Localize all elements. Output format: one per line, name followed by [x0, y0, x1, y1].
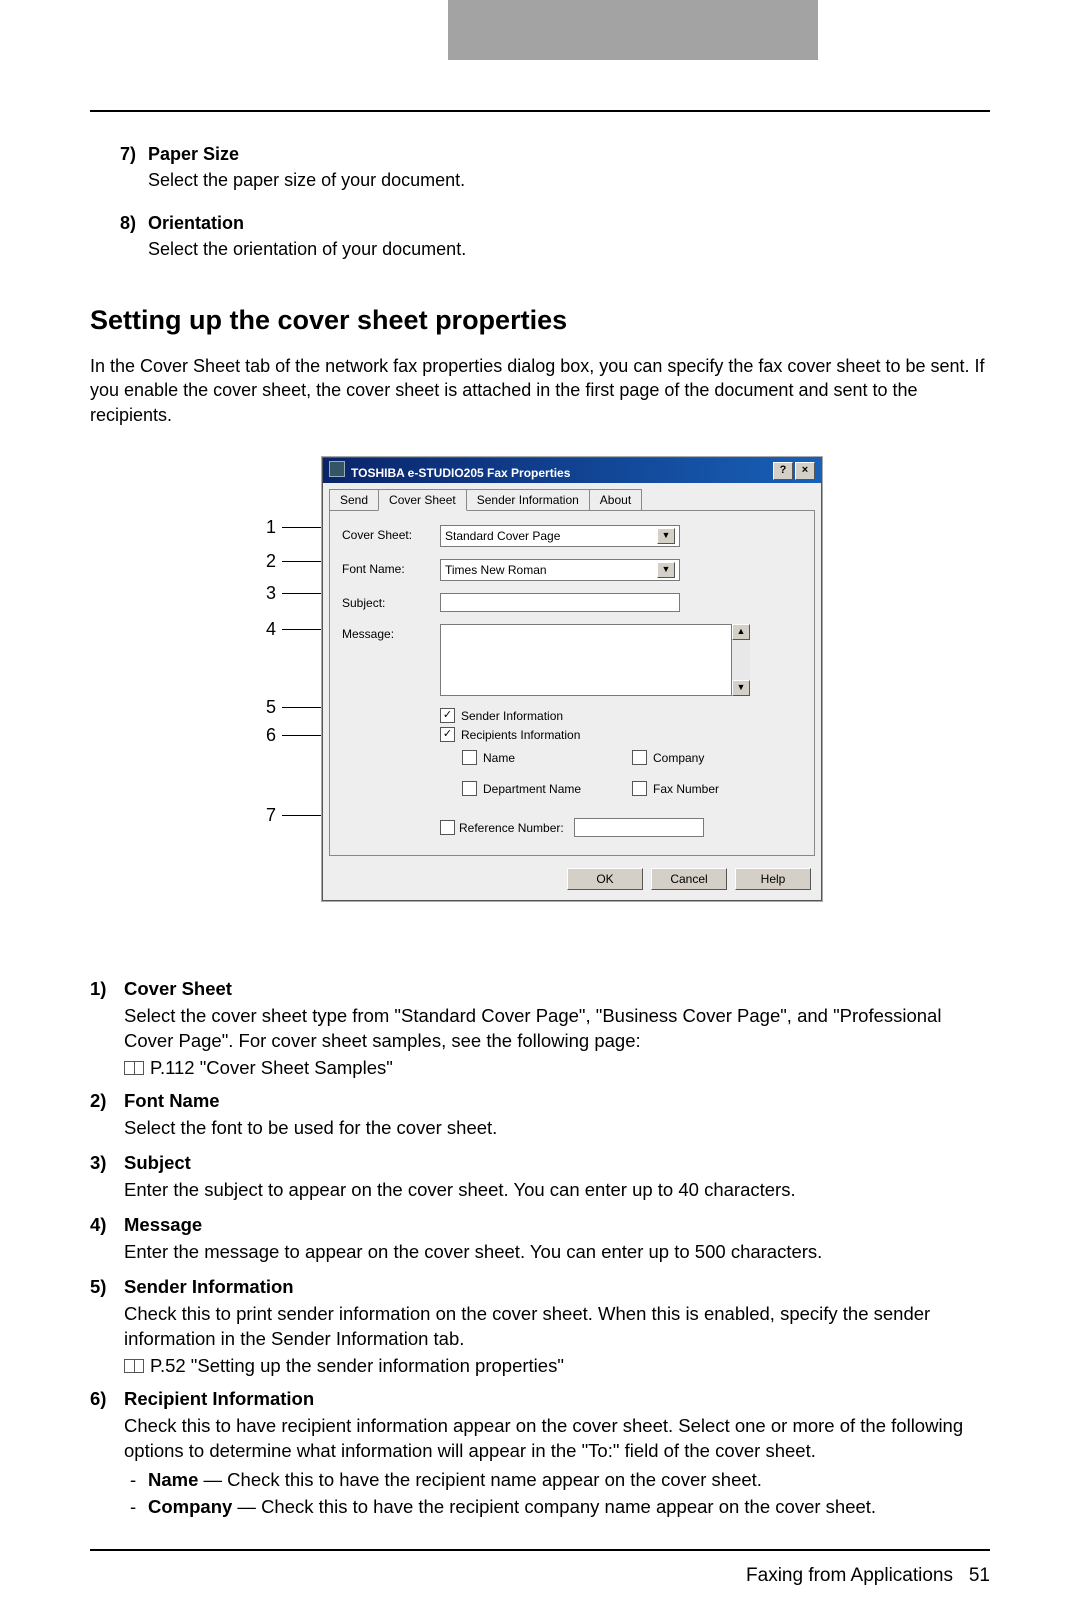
- item-title: Cover Sheet: [124, 977, 990, 1002]
- help-button-bottom[interactable]: Help: [735, 868, 811, 890]
- tab-cover-sheet[interactable]: Cover Sheet: [378, 489, 467, 511]
- item-title: Subject: [124, 1151, 990, 1176]
- sub-item: Company — Check this to have the recipie…: [148, 1495, 876, 1520]
- def-num: 7): [120, 142, 148, 207]
- sender-info-checkbox[interactable]: ✓: [440, 708, 455, 723]
- cover-sheet-dialog-figure: 1 2 3 4 5 6 7 TOSHIBA e-STUDIO205 Fax Properti…: [260, 457, 820, 937]
- callout-4: 4: [260, 619, 276, 640]
- cover-sheet-select[interactable]: Standard Cover Page ▼: [440, 525, 680, 547]
- item-num: 6): [90, 1387, 124, 1522]
- section-intro: In the Cover Sheet tab of the network fa…: [90, 354, 990, 427]
- item-num: 4): [90, 1213, 124, 1267]
- tab-about[interactable]: About: [589, 489, 642, 510]
- item-ref: P.52 "Setting up the sender information …: [150, 1354, 564, 1379]
- item-title: Sender Information: [124, 1275, 990, 1300]
- message-label: Message:: [342, 624, 440, 641]
- reference-number-input[interactable]: [574, 818, 704, 837]
- page-footer: Faxing from Applications 51: [90, 1549, 990, 1587]
- callout-7: 7: [260, 805, 276, 826]
- name-checkbox[interactable]: [462, 750, 477, 765]
- def-title: Paper Size: [148, 142, 990, 166]
- callout-6: 6: [260, 725, 276, 746]
- reference-number-checkbox[interactable]: [440, 820, 455, 835]
- def-text: Select the orientation of your document.: [148, 237, 990, 261]
- cover-sheet-label: Cover Sheet:: [342, 525, 440, 542]
- callout-2: 2: [260, 551, 276, 572]
- sender-info-label: Sender Information: [461, 709, 563, 723]
- numbered-item-list: 1)Cover SheetSelect the cover sheet type…: [90, 977, 990, 1521]
- dialog-title: TOSHIBA e-STUDIO205 Fax Properties: [351, 466, 570, 480]
- chevron-down-icon: ▼: [657, 562, 675, 578]
- def-title: Orientation: [148, 211, 990, 235]
- reference-number-label: Reference Number:: [459, 821, 564, 835]
- opt-name-label: Name: [483, 751, 515, 765]
- item-num: 2): [90, 1089, 124, 1143]
- recipients-info-label: Recipients Information: [461, 728, 580, 742]
- recipients-info-checkbox[interactable]: ✓: [440, 727, 455, 742]
- cover-sheet-select-value: Standard Cover Page: [445, 529, 560, 543]
- item-title: Recipient Information: [124, 1387, 990, 1412]
- item-num: 3): [90, 1151, 124, 1205]
- def-text: Select the paper size of your document.: [148, 168, 990, 192]
- tab-sender-information[interactable]: Sender Information: [466, 489, 590, 510]
- callout-1: 1: [260, 517, 276, 538]
- callout-5: 5: [260, 697, 276, 718]
- company-checkbox[interactable]: [632, 750, 647, 765]
- item-text: Check this to have recipient information…: [124, 1414, 990, 1464]
- tab-send[interactable]: Send: [329, 489, 379, 510]
- section-heading: Setting up the cover sheet properties: [90, 305, 990, 336]
- close-button[interactable]: ×: [795, 462, 815, 480]
- opt-company-label: Company: [653, 751, 704, 765]
- opt-dept-label: Department Name: [483, 782, 581, 796]
- item-num: 5): [90, 1275, 124, 1379]
- item-title: Message: [124, 1213, 990, 1238]
- font-name-select[interactable]: Times New Roman ▼: [440, 559, 680, 581]
- fax-properties-dialog: TOSHIBA e-STUDIO205 Fax Properties ? × S…: [322, 457, 822, 901]
- page-top-strip: [0, 0, 1080, 60]
- help-button[interactable]: ?: [773, 462, 793, 480]
- item-num: 1): [90, 977, 124, 1081]
- subject-label: Subject:: [342, 593, 440, 610]
- ok-button[interactable]: OK: [567, 868, 643, 890]
- book-icon: [124, 1061, 144, 1075]
- font-name-label: Font Name:: [342, 559, 440, 576]
- bullet-dash: -: [130, 1495, 140, 1520]
- scroll-track: [732, 640, 750, 680]
- footer-page: 51: [969, 1565, 990, 1586]
- message-textarea[interactable]: [440, 624, 732, 696]
- item-text: Select the cover sheet type from "Standa…: [124, 1004, 990, 1054]
- subject-input[interactable]: [440, 593, 680, 612]
- message-scrollbar[interactable]: ▲ ▼: [732, 624, 750, 696]
- top-definition-list: 7)Paper SizeSelect the paper size of you…: [120, 142, 990, 275]
- header-tab-shadow: [448, 0, 818, 60]
- opt-fax-label: Fax Number: [653, 782, 719, 796]
- bullet-dash: -: [130, 1468, 140, 1493]
- app-icon: [329, 461, 345, 477]
- sub-item: Name — Check this to have the recipient …: [148, 1468, 762, 1493]
- item-ref: P.112 "Cover Sheet Samples": [150, 1056, 393, 1081]
- department-checkbox[interactable]: [462, 781, 477, 796]
- top-rule: [90, 110, 990, 112]
- item-text: Enter the subject to appear on the cover…: [124, 1178, 990, 1203]
- tabstrip: SendCover SheetSender InformationAbout: [329, 489, 815, 511]
- cancel-button[interactable]: Cancel: [651, 868, 727, 890]
- item-text: Select the font to be used for the cover…: [124, 1116, 990, 1141]
- item-text: Enter the message to appear on the cover…: [124, 1240, 990, 1265]
- callout-3: 3: [260, 583, 276, 604]
- scroll-up-icon[interactable]: ▲: [732, 624, 750, 640]
- footer-text: Faxing from Applications: [746, 1565, 953, 1586]
- book-icon: [124, 1359, 144, 1373]
- cover-sheet-panel: Cover Sheet: Standard Cover Page ▼ Font …: [329, 511, 815, 856]
- scroll-down-icon[interactable]: ▼: [732, 680, 750, 696]
- faxnumber-checkbox[interactable]: [632, 781, 647, 796]
- def-num: 8): [120, 211, 148, 276]
- font-name-select-value: Times New Roman: [445, 563, 547, 577]
- dialog-titlebar: TOSHIBA e-STUDIO205 Fax Properties ? ×: [323, 458, 821, 483]
- item-title: Font Name: [124, 1089, 990, 1114]
- chevron-down-icon: ▼: [657, 528, 675, 544]
- item-text: Check this to print sender information o…: [124, 1302, 990, 1352]
